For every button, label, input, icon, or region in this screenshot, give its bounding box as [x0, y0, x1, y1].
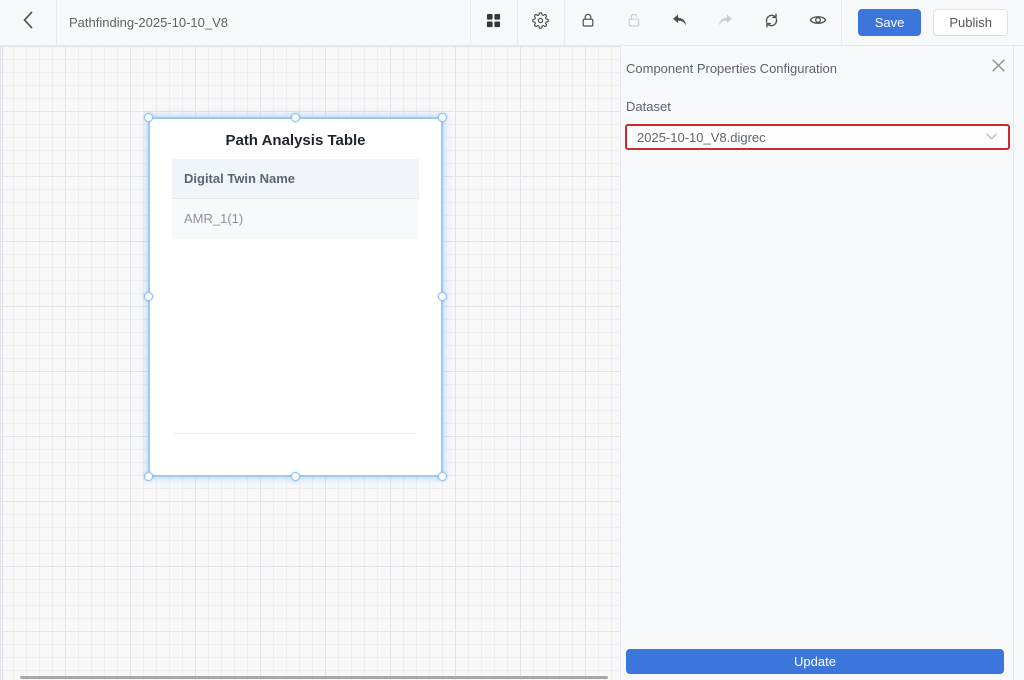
toolbar: Pathfinding-2025-10-10_V8 — [0, 0, 1024, 46]
resize-handle-sw[interactable] — [144, 472, 153, 481]
back-button[interactable] — [0, 0, 56, 45]
settings-button[interactable] — [518, 0, 564, 45]
save-button[interactable]: Save — [858, 9, 922, 36]
table-row: AMR_1(1) — [172, 199, 419, 239]
chevron-down-icon — [985, 128, 998, 146]
component-properties-panel: Component Properties Configuration Datas… — [620, 46, 1024, 680]
layout-grid-button[interactable] — [471, 0, 517, 45]
refresh-button[interactable] — [749, 0, 795, 45]
lock-icon — [580, 12, 596, 33]
resize-handle-ne[interactable] — [438, 113, 447, 122]
close-icon — [992, 59, 1005, 77]
table-column-header: Digital Twin Name — [172, 159, 419, 199]
toolbar-divider — [841, 0, 842, 45]
table-pagination-divider — [174, 433, 417, 434]
resize-handle-se[interactable] — [438, 472, 447, 481]
lock-button[interactable] — [565, 0, 611, 45]
widget-table: Digital Twin Name AMR_1(1) — [172, 159, 419, 239]
undo-icon — [671, 13, 688, 33]
resize-handle-e[interactable] — [438, 292, 447, 301]
layout-grid-icon — [486, 13, 501, 33]
panel-header: Component Properties Configuration — [621, 46, 1024, 77]
unlock-icon — [626, 12, 642, 33]
close-panel-button[interactable] — [992, 59, 1005, 77]
editor-canvas[interactable]: Path Analysis Table Digital Twin Name AM… — [0, 46, 620, 680]
redo-button[interactable] — [703, 0, 749, 45]
resize-handle-n[interactable] — [291, 113, 300, 122]
dataset-select[interactable]: 2025-10-10_V8.digrec — [625, 124, 1010, 150]
resize-handle-nw[interactable] — [144, 113, 153, 122]
dataset-label: Dataset — [626, 99, 1024, 114]
dataset-selected-value: 2025-10-10_V8.digrec — [637, 130, 766, 145]
chevron-left-icon — [22, 11, 34, 34]
undo-button[interactable] — [657, 0, 703, 45]
toolbar-divider — [56, 0, 57, 45]
document-title: Pathfinding-2025-10-10_V8 — [69, 15, 228, 30]
unlock-button[interactable] — [611, 0, 657, 45]
canvas-left-edge — [2, 46, 3, 680]
canvas-horizontal-scrollbar[interactable] — [20, 676, 608, 679]
panel-scroll-gutter — [1013, 46, 1014, 680]
eye-icon — [809, 13, 827, 32]
publish-button[interactable]: Publish — [933, 9, 1008, 36]
preview-button[interactable] — [795, 0, 841, 45]
widget-title: Path Analysis Table — [150, 132, 441, 149]
update-button[interactable]: Update — [626, 649, 1004, 674]
resize-handle-w[interactable] — [144, 292, 153, 301]
panel-title: Component Properties Configuration — [626, 61, 837, 76]
path-analysis-table-widget[interactable]: Path Analysis Table Digital Twin Name AM… — [148, 117, 443, 477]
refresh-icon — [763, 12, 780, 34]
resize-handle-s[interactable] — [291, 472, 300, 481]
gear-icon — [532, 12, 549, 34]
redo-icon — [717, 13, 734, 33]
